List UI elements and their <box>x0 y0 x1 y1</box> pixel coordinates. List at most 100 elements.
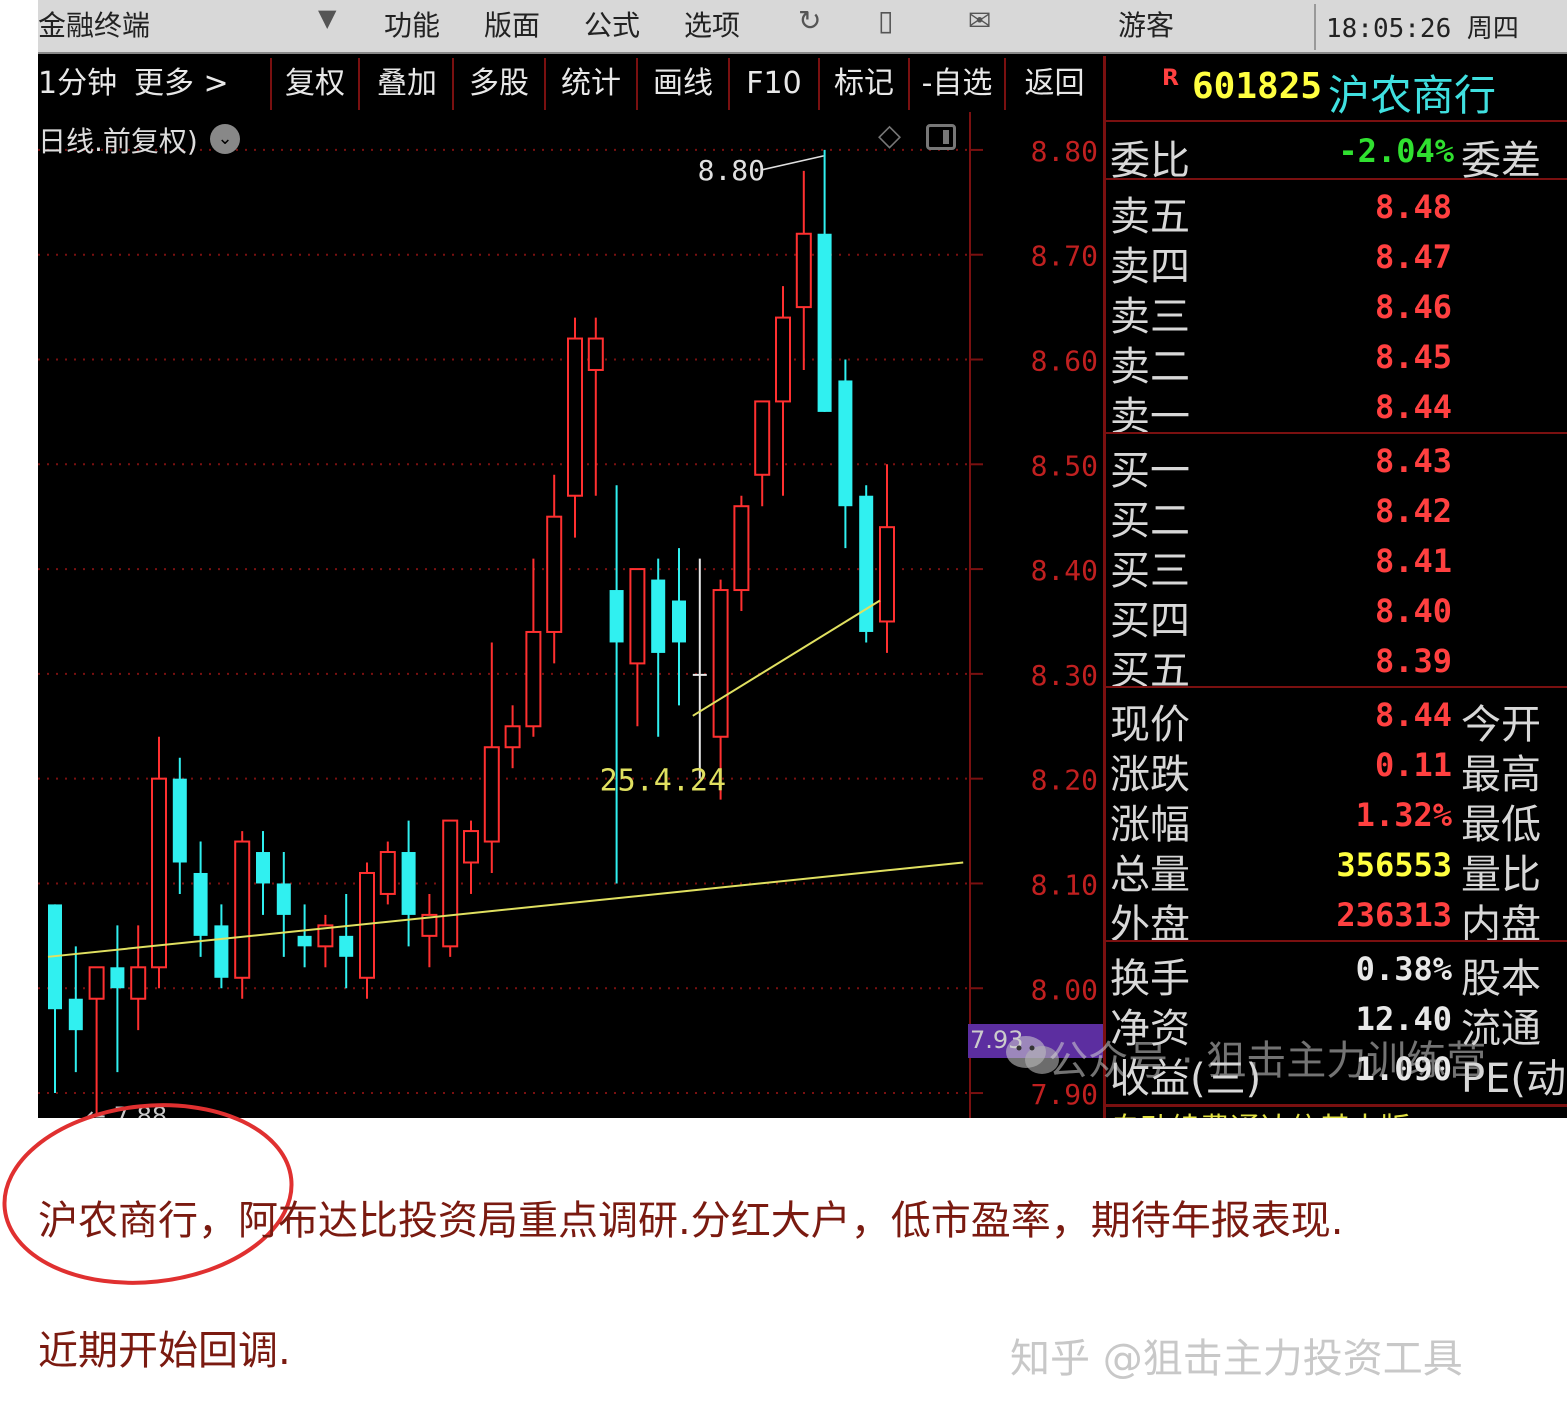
menu-item-function[interactable]: 功能 <box>384 4 440 44</box>
panel-toggle-icon[interactable] <box>926 124 956 150</box>
divider <box>1106 940 1567 942</box>
ask-row: 卖四 8.47 <box>1106 232 1567 290</box>
candle-body <box>879 526 895 623</box>
menu-item-formula[interactable]: 公式 <box>584 4 640 44</box>
margin-mark: R <box>1162 66 1179 91</box>
candle-body <box>817 233 832 412</box>
back-button[interactable]: 返回 <box>1006 58 1103 110</box>
trendline <box>47 861 964 958</box>
mark-button[interactable]: 标记 <box>820 58 910 110</box>
bid-row: 买四 8.40 <box>1106 586 1567 644</box>
candle-body <box>379 851 396 895</box>
bid-row: 买二 8.42 <box>1106 486 1567 544</box>
clock: 18:05:26 周四 <box>1326 14 1519 44</box>
candle-body <box>754 400 771 476</box>
caption-line-1: 沪农商行，阿布达比投资局重点调研.分红大户，低市盈率，期待年报表现. <box>38 1198 1344 1244</box>
candle-body <box>130 966 147 1000</box>
watermark: 公众号 · 狙击主力训练营 <box>1010 1028 1486 1086</box>
stock-code: 601825 <box>1192 66 1323 107</box>
candle-body <box>546 515 563 633</box>
diamond-icon[interactable]: ◇ <box>878 118 901 153</box>
stat-row: 总量 356553 量比 <box>1106 840 1567 898</box>
candle-body <box>276 883 291 915</box>
stat-row: 现价 8.44 今开 <box>1106 690 1567 748</box>
candle-body <box>692 673 707 676</box>
stat-row: 涨幅 1.32% 最低 <box>1106 790 1567 848</box>
candle-body <box>442 819 459 948</box>
fund-row: 换手 0.38% 股本 <box>1106 944 1567 1002</box>
chart-canvas[interactable]: 8.808.708.608.508.408.308.208.108.007.90… <box>38 112 1103 1118</box>
scroll-ticker[interactable]: 自动续费通达信基本版 <box>1110 1104 1410 1118</box>
candle-body <box>256 852 270 884</box>
menu-item-layout[interactable]: 版面 <box>484 4 540 44</box>
candle-body <box>629 568 646 665</box>
candle-body <box>214 925 229 978</box>
candle-body <box>172 778 187 863</box>
stat-value: 356553 <box>1336 846 1452 884</box>
ask-value: 8.47 <box>1374 238 1452 276</box>
price-tick-label: 8.60 <box>1031 345 1098 378</box>
user-label[interactable]: 游客 <box>1118 4 1174 44</box>
multi-stock-button[interactable]: 多股 <box>454 58 546 110</box>
zhihu-watermark: 知乎 @狙击主力投资工具 <box>1010 1336 1463 1382</box>
f10-button[interactable]: F10 <box>730 58 820 110</box>
price-tick-label: 8.50 <box>1031 449 1098 482</box>
period-button[interactable]: 1分钟 <box>38 58 134 110</box>
candle-body <box>567 337 583 497</box>
mail-icon[interactable]: ✉ <box>968 4 991 37</box>
draw-line-button[interactable]: 画线 <box>638 58 730 110</box>
stat-value: 0.11 <box>1374 746 1452 784</box>
chart-toolbar: 1分钟 更多 > 复权 叠加 多股 统计 画线 F10 标记 -自选 返回 <box>38 56 1103 112</box>
ask-row: 卖五 8.48 <box>1106 182 1567 240</box>
save-icon[interactable]: ▯ <box>878 4 893 37</box>
menu-item-options[interactable]: 选项 <box>684 4 740 44</box>
candle-body <box>339 935 354 957</box>
refresh-icon[interactable]: ↻ <box>798 4 821 37</box>
ask-value: 8.45 <box>1374 338 1452 376</box>
price-tick-label: 8.20 <box>1031 764 1098 797</box>
candle-body <box>234 840 251 979</box>
bid-row: 买五 8.39 <box>1106 636 1567 694</box>
ask-row: 卖三 8.46 <box>1106 282 1567 340</box>
restore-rights-button[interactable]: 复权 <box>270 58 360 110</box>
remove-watchlist-button[interactable]: -自选 <box>910 58 1006 110</box>
candlestick-chart[interactable]: 8.80 8.70 8.60 8.50 8.40 8.30 8.20 8.10 8.00 7.90… <box>38 112 1103 1118</box>
candle-body <box>609 590 624 643</box>
bid-value: 8.41 <box>1374 542 1452 580</box>
high-price-annotation: 8.80 <box>698 154 765 187</box>
ask-value: 8.48 <box>1374 188 1452 226</box>
candle-body <box>525 630 542 728</box>
menu-separator <box>1314 4 1316 50</box>
price-tick-label: 8.00 <box>1031 973 1098 1006</box>
stat-value: 1.32% <box>1355 796 1452 834</box>
ask-value: 8.44 <box>1374 388 1452 426</box>
statistics-button[interactable]: 统计 <box>546 58 638 110</box>
candle-body <box>110 967 125 989</box>
candle-body <box>712 589 729 738</box>
stat-row: 外盘 236313 内盘 <box>1106 890 1567 948</box>
price-tick-label: 8.80 <box>1031 135 1098 168</box>
overlay-button[interactable]: 叠加 <box>362 58 454 110</box>
candle-body <box>463 830 479 864</box>
candle-body <box>775 316 791 403</box>
bid-value: 8.40 <box>1374 592 1452 630</box>
divider <box>1106 432 1567 434</box>
candle-body <box>795 232 812 309</box>
divider <box>1106 178 1567 180</box>
dropdown-arrow-icon[interactable]: ▼ <box>318 4 336 32</box>
date-annotation: 25.4.24 <box>600 764 726 799</box>
chart-mode-label: 日线.前复权) <box>38 125 198 158</box>
candle-body <box>483 746 500 843</box>
price-tick-label: 8.10 <box>1031 868 1098 901</box>
more-button[interactable]: 更多 > <box>134 58 270 110</box>
chevron-down-icon[interactable]: ⌄ <box>210 124 240 154</box>
app-title: 金融终端 <box>38 9 151 42</box>
candle-body <box>401 852 416 915</box>
bid-value: 8.43 <box>1374 442 1452 480</box>
quote-header: R 601825 沪农商行 <box>1106 56 1567 122</box>
candle-body <box>68 998 83 1031</box>
candle-body <box>88 966 105 1000</box>
candle-body <box>587 337 604 371</box>
price-tick-label: 8.40 <box>1031 554 1098 587</box>
watermark-text: 公众号 · 狙击主力训练营 <box>1048 1038 1487 1084</box>
